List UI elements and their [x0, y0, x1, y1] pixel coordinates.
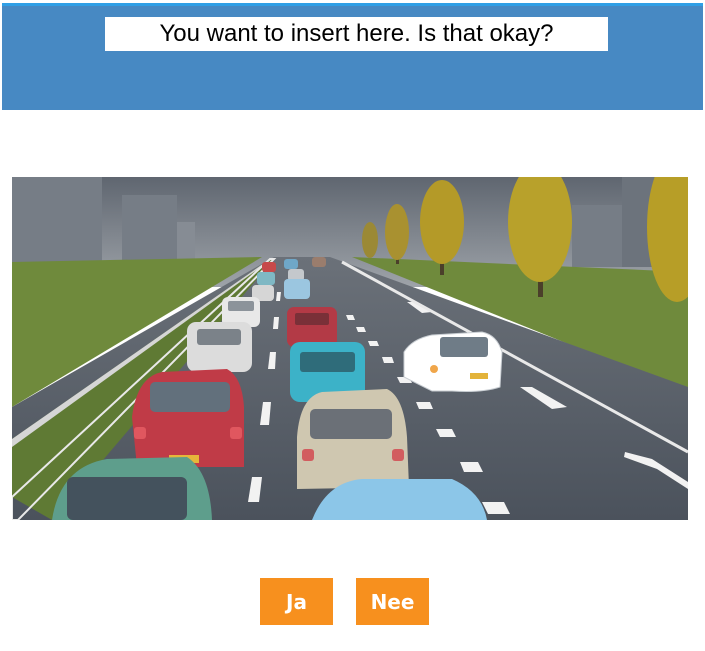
no-button[interactable]: Nee [356, 578, 429, 625]
white-car [403, 331, 503, 392]
header-accent-line [2, 3, 703, 6]
yes-button[interactable]: Ja [260, 578, 333, 625]
question-text: You want to insert here. Is that okay? [159, 20, 554, 47]
question-box: You want to insert here. Is that okay? [105, 17, 608, 51]
header-banner: You want to insert here. Is that okay? [2, 3, 703, 110]
traffic-scene-illustration [12, 177, 688, 520]
beige-car [297, 389, 409, 489]
page: You want to insert here. Is that okay? J… [0, 0, 705, 651]
traffic-scene-image [12, 177, 688, 520]
red-car [132, 369, 244, 467]
